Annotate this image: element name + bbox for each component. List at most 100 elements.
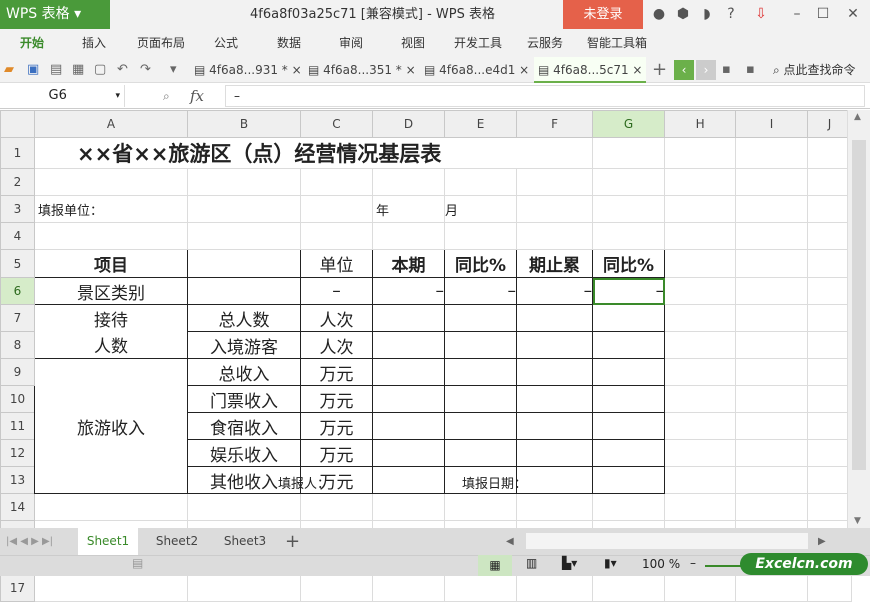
print-icon[interactable]: ▦ [72,57,84,83]
cell-tourism-income[interactable]: 旅游收入 [34,358,188,494]
row-header[interactable]: 3 [0,195,35,223]
screen-icon[interactable]: ▪ [722,57,731,83]
cell-year[interactable]: 年 [372,195,445,223]
cell-dash[interactable]: – [372,277,445,305]
selected-cell-g6[interactable]: – [592,277,666,305]
cell-unit[interactable]: 万元 [300,412,373,440]
col-header[interactable]: A [34,110,188,138]
menu-page-layout[interactable]: 页面布局 [137,29,185,57]
cell-item[interactable]: 入境游客 [187,331,301,359]
settings-icon[interactable]: ⬢ [672,0,694,29]
cell-scenic-category[interactable]: 景区类别 [34,277,188,305]
menu-view[interactable]: 视图 [401,29,425,57]
zoom-formula-icon[interactable]: ⌕ [163,83,170,109]
scroll-thumb[interactable] [852,140,866,470]
normal-view-icon[interactable]: ▦ [478,555,512,576]
login-button[interactable]: 未登录 [563,0,643,29]
header-item[interactable]: 项目 [34,249,188,278]
horizontal-scrollbar[interactable] [526,533,808,549]
menu-smart-tools[interactable]: 智能工具箱 [587,29,647,57]
sheet-nav-icons[interactable]: |◀ ◀ ▶ ▶| [6,528,53,555]
command-search[interactable]: ⌕ 点此查找命令 [773,57,856,83]
scroll-down-icon[interactable]: ▼ [854,516,861,526]
cell-unit[interactable]: 人次 [300,331,373,359]
header-cumulative[interactable]: 期止累 [515,249,594,278]
doc-tab-active[interactable]: ▤ 4f6a8...5c71 × [534,57,646,83]
zoom-slider[interactable] [705,565,745,567]
pin-icon[interactable]: ▪ [746,57,755,83]
cell-fill-date[interactable]: 填报日期： [462,474,527,496]
app-menu-button[interactable]: WPS 表格 ▾ [0,0,110,29]
row-header[interactable]: 9 [0,358,35,386]
row-header[interactable]: 6 [0,277,35,305]
col-header[interactable]: G [592,110,666,138]
header-yoy[interactable]: 同比% [444,249,517,278]
doc-tab[interactable]: ▤ 4f6a8...e4d1 × [420,57,532,83]
page-layout-icon[interactable]: ▙▾ [562,556,577,570]
tab-next-icon[interactable]: › [696,60,716,80]
sheet-tab-sheet3[interactable]: Sheet3 [215,528,275,555]
download-icon[interactable]: ⇩ [750,0,772,29]
chevron-down-icon[interactable]: ▾ [115,85,124,107]
cell-dash[interactable]: – [300,277,373,305]
cell-unit[interactable]: 万元 [300,439,373,467]
col-header[interactable]: J [807,110,853,138]
maximize-icon[interactable]: ☐ [812,0,834,29]
doc-tab[interactable]: ▤ 4f6a8...931 * × [190,57,302,83]
cell-item[interactable]: 食宿收入 [187,412,301,440]
skin-icon[interactable]: ● [648,0,670,29]
menu-data[interactable]: 数据 [277,29,301,57]
redo-icon[interactable]: ↷ [140,57,151,83]
sheet-tab-sheet1[interactable]: Sheet1 [78,528,138,555]
cell-reception-2[interactable]: 人数 [34,331,188,359]
zoom-level[interactable]: 100 % [642,557,680,571]
menu-formula[interactable]: 公式 [214,29,238,57]
formula-input[interactable]: – [225,85,865,107]
col-header[interactable]: E [444,110,517,138]
row-header[interactable]: 14 [0,493,35,521]
fx-button[interactable]: fx [190,83,204,109]
cell-item[interactable]: 总人数 [187,304,301,332]
add-sheet-icon[interactable]: + [285,528,300,555]
minimize-icon[interactable]: – [786,0,808,29]
cell-filler[interactable]: 填报人： [278,474,330,496]
sheet-tab-sheet2[interactable]: Sheet2 [147,528,207,555]
col-header[interactable]: D [372,110,445,138]
open-icon[interactable]: ▰ [4,57,14,83]
menu-review[interactable]: 审阅 [339,29,363,57]
row-header[interactable]: 13 [0,466,35,494]
doc-tab[interactable]: ▤ 4f6a8...351 * × [304,57,416,83]
sheet-title[interactable]: ××省××旅游区（点）经营情况基层表 [33,137,594,169]
row-header[interactable]: 8 [0,331,35,359]
tab-prev-icon[interactable]: ‹ [674,60,694,80]
row-header[interactable]: 7 [0,304,35,332]
col-header[interactable]: I [735,110,809,138]
help-icon[interactable]: ? [720,0,742,29]
zoom-out-icon[interactable]: – [690,556,696,570]
reading-mode-icon[interactable]: ▮▾ [604,556,617,570]
cell-item[interactable]: 总收入 [187,358,301,386]
share-icon[interactable]: ◗ [696,0,718,29]
menu-home[interactable]: 开始 [20,29,44,57]
print-preview-icon[interactable]: ▢ [94,57,106,83]
col-header[interactable]: C [300,110,373,138]
row-header[interactable]: 2 [0,168,35,196]
close-icon[interactable]: ✕ [842,0,864,29]
menu-developer[interactable]: 开发工具 [454,29,502,57]
cell-unit[interactable]: 人次 [300,304,373,332]
row-header[interactable]: 4 [0,222,35,250]
cell-item[interactable]: 门票收入 [187,385,301,413]
new-tab-icon[interactable]: + [652,57,667,83]
undo-icon[interactable]: ↶ [117,57,128,83]
cell-unit[interactable]: 万元 [300,385,373,413]
row-header[interactable]: 17 [0,574,35,602]
cell-dash[interactable]: – [444,277,517,305]
cell-unit[interactable]: 万元 [300,358,373,386]
menu-cloud[interactable]: 云服务 [527,29,563,57]
hscroll-left-icon[interactable]: ◀ [506,528,514,555]
header-cum-yoy[interactable]: 同比% [592,249,666,278]
more-dropdown-icon[interactable]: ▾ [170,57,177,83]
corner[interactable] [0,110,35,138]
vertical-scrollbar[interactable]: ▲ ▼ [847,110,870,528]
cell-dash[interactable]: – [515,277,594,305]
